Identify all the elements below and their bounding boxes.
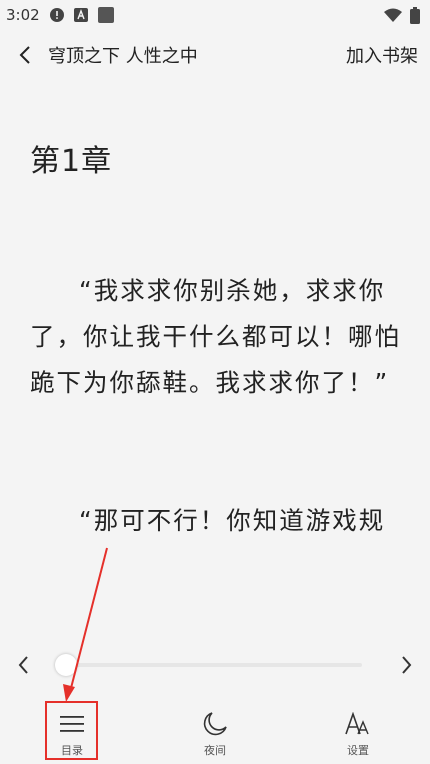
settings-button[interactable]: 设置: [318, 700, 398, 764]
reader-bottom-bar: 目录 夜间 设置: [0, 700, 430, 764]
progress-slider[interactable]: [55, 654, 362, 676]
wifi-icon: [384, 8, 402, 22]
add-to-bookshelf-button[interactable]: 加入书架: [346, 42, 418, 68]
font-settings-icon: [344, 710, 372, 738]
chevron-left-icon: [18, 656, 28, 674]
prev-chapter-button[interactable]: [14, 652, 34, 678]
back-button[interactable]: [14, 40, 36, 70]
chapter-progress-row: [0, 648, 430, 682]
night-mode-button[interactable]: 夜间: [175, 700, 255, 764]
toc-label: 目录: [61, 744, 83, 757]
status-right: [384, 6, 420, 24]
book-title: 穹顶之下 人性之中: [48, 46, 198, 67]
status-bar: 3:02: [0, 0, 430, 30]
moon-icon: [202, 710, 228, 738]
progress-thumb[interactable]: [55, 654, 77, 676]
chapter-content: “我求求你别杀她，求求你了，你让我干什么都可以！哪怕跪下为你舔鞋。我求求你了！”…: [30, 268, 402, 544]
paragraph: “那可不行！你知道游戏规: [79, 506, 386, 535]
battery-icon: [410, 6, 420, 24]
status-left: 3:02: [6, 6, 114, 24]
settings-label: 设置: [347, 744, 369, 757]
status-time: 3:02: [6, 6, 40, 24]
paragraph: “我求求你别杀她，求求你了，你让我干什么都可以！哪怕跪下为你舔鞋。我求求你了！”: [30, 276, 401, 397]
text-a-icon: [73, 8, 88, 22]
chevron-left-icon: [19, 46, 30, 64]
square-app-icon: [97, 7, 114, 23]
toc-button[interactable]: 目录: [32, 700, 112, 764]
menu-list-icon: [60, 710, 84, 738]
next-chapter-button[interactable]: [396, 652, 416, 678]
reader-top-bar: 穹顶之下 人性之中 加入书架: [0, 38, 430, 72]
chapter-title: 第1章: [30, 144, 113, 179]
chevron-right-icon: [402, 656, 412, 674]
night-mode-label: 夜间: [204, 744, 226, 757]
alert-circle-icon: [49, 8, 64, 22]
